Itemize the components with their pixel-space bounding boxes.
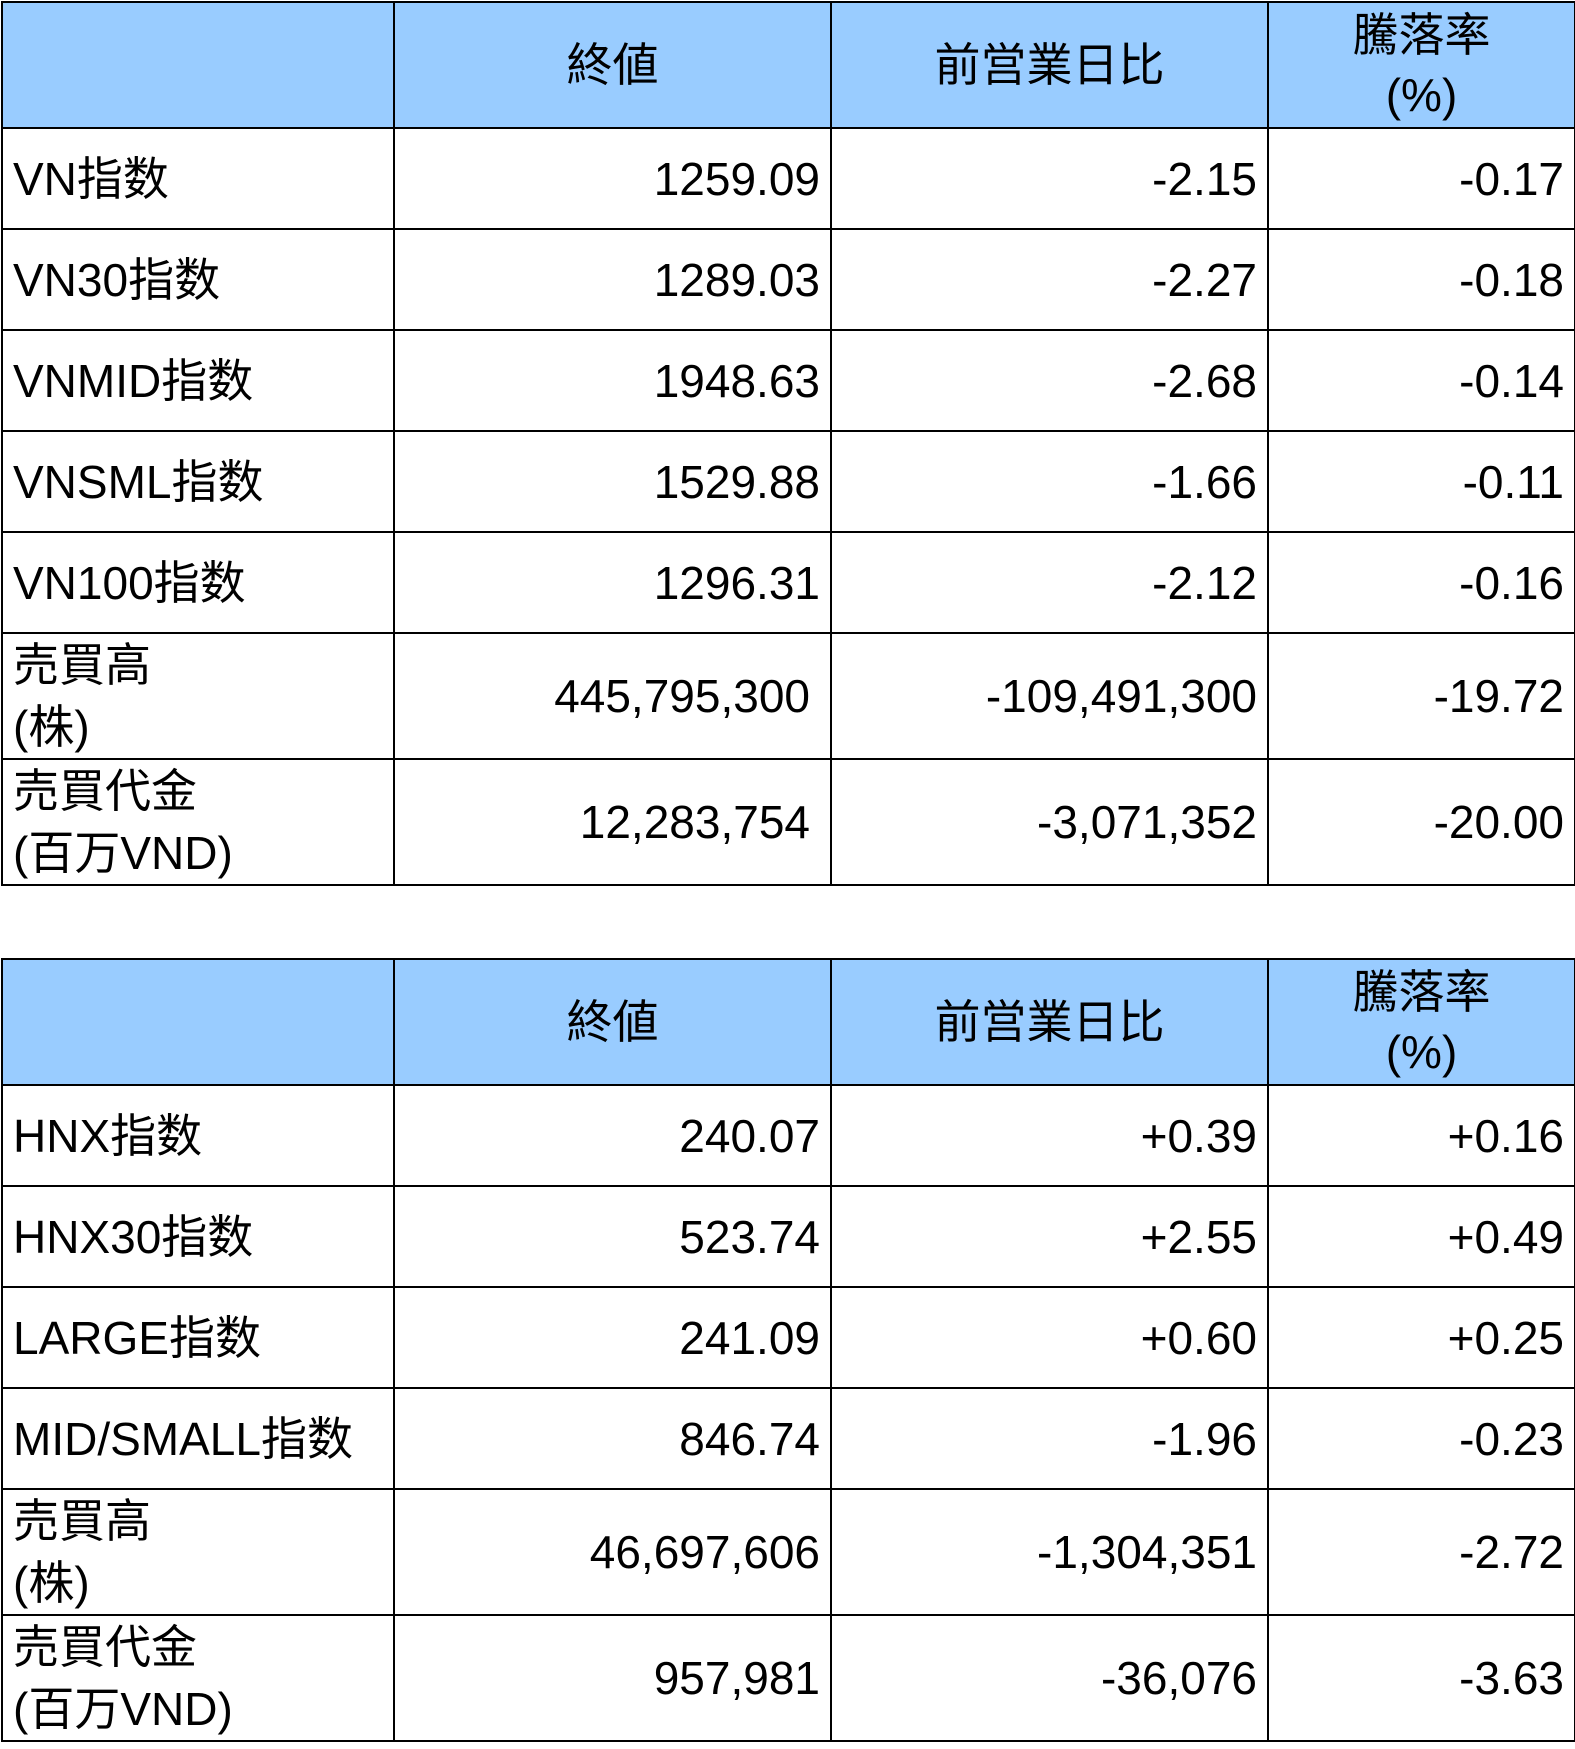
row-close: 1529.88 <box>393 430 832 533</box>
row-close-value: 12,283,754 <box>579 796 810 848</box>
table-row: HNX指数 240.07 +0.39 +0.16 <box>1 1084 1575 1187</box>
row-change: -36,076 <box>830 1614 1269 1742</box>
row-label-line1: 売買高 <box>13 1495 151 1547</box>
row-pct: -20.00 <box>1267 758 1575 886</box>
row-change: -3,071,352 <box>830 758 1269 886</box>
row-label-line2: (株) <box>13 1557 90 1609</box>
table-row: VNMID指数 1948.63 -2.68 -0.14 <box>1 329 1575 432</box>
row-change: -2.27 <box>830 228 1269 331</box>
row-pct: -2.72 <box>1267 1488 1575 1616</box>
header-pct-line2: (%) <box>1385 1026 1458 1078</box>
row-close: 957,981 <box>393 1614 832 1742</box>
header-pct-line1: 騰落率 <box>1352 9 1491 61</box>
table-row: 売買高 (株) 46,697,606 -1,304,351 -2.72 <box>1 1488 1575 1616</box>
row-label: VN30指数 <box>1 228 395 331</box>
row-pct: -19.72 <box>1267 632 1575 760</box>
header-blank-cell <box>1 1 395 129</box>
row-label: VNMID指数 <box>1 329 395 432</box>
header-pct: 騰落率 (%) <box>1267 958 1575 1086</box>
row-change: +2.55 <box>830 1185 1269 1288</box>
header-pct-line2: (%) <box>1385 69 1458 121</box>
row-close: 1948.63 <box>393 329 832 432</box>
row-label: MID/SMALL指数 <box>1 1387 395 1490</box>
table-row: HNX30指数 523.74 +2.55 +0.49 <box>1 1185 1575 1288</box>
header-change: 前営業日比 <box>830 1 1269 129</box>
table-row: MID/SMALL指数 846.74 -1.96 -0.23 <box>1 1387 1575 1490</box>
row-change: -2.12 <box>830 531 1269 634</box>
row-label: LARGE指数 <box>1 1286 395 1389</box>
table-row: VN30指数 1289.03 -2.27 -0.18 <box>1 228 1575 331</box>
row-label: VNSML指数 <box>1 430 395 533</box>
row-change: +0.39 <box>830 1084 1269 1187</box>
row-pct: -0.23 <box>1267 1387 1575 1490</box>
row-label: 売買高 (株) <box>1 1488 395 1616</box>
row-pct: -0.18 <box>1267 228 1575 331</box>
row-close: 1296.31 <box>393 531 832 634</box>
row-close: 445,795,300 <box>393 632 832 760</box>
row-pct: +0.49 <box>1267 1185 1575 1288</box>
row-label: VN指数 <box>1 127 395 230</box>
row-change: -1,304,351 <box>830 1488 1269 1616</box>
row-label-line1: 売買代金 <box>13 765 197 817</box>
row-label: VN100指数 <box>1 531 395 634</box>
row-close-value: 445,795,300 <box>554 670 810 722</box>
row-change: -2.68 <box>830 329 1269 432</box>
row-label: HNX指数 <box>1 1084 395 1187</box>
row-change: -109,491,300 <box>830 632 1269 760</box>
table-row: 売買高 (株) 445,795,300 -109,491,300 -19.72 <box>1 632 1575 760</box>
row-change: -2.15 <box>830 127 1269 230</box>
row-close: 1289.03 <box>393 228 832 331</box>
header-close: 終値 <box>393 958 832 1086</box>
row-close: 241.09 <box>393 1286 832 1389</box>
row-change: -1.96 <box>830 1387 1269 1490</box>
row-close: 846.74 <box>393 1387 832 1490</box>
row-pct: +0.16 <box>1267 1084 1575 1187</box>
row-label-line2: (株) <box>13 701 90 753</box>
hose-market-table: 終値 前営業日比 騰落率 (%) VN指数 1259.09 -2.15 -0.17… <box>1 1 1575 886</box>
header-pct-line1: 騰落率 <box>1352 966 1491 1018</box>
row-change: +0.60 <box>830 1286 1269 1389</box>
row-label: HNX30指数 <box>1 1185 395 1288</box>
table-row: VNSML指数 1529.88 -1.66 -0.11 <box>1 430 1575 533</box>
table-row: 売買代金 (百万VND) 12,283,754 -3,071,352 -20.0… <box>1 758 1575 886</box>
table-row: 売買代金 (百万VND) 957,981 -36,076 -3.63 <box>1 1614 1575 1742</box>
header-pct: 騰落率 (%) <box>1267 1 1575 129</box>
row-pct: -0.16 <box>1267 531 1575 634</box>
row-label: 売買代金 (百万VND) <box>1 758 395 886</box>
row-close: 12,283,754 <box>393 758 832 886</box>
table-row: VN指数 1259.09 -2.15 -0.17 <box>1 127 1575 230</box>
table-row: LARGE指数 241.09 +0.60 +0.25 <box>1 1286 1575 1389</box>
row-label: 売買高 (株) <box>1 632 395 760</box>
table-header-row: 終値 前営業日比 騰落率 (%) <box>1 1 1575 129</box>
row-pct: -3.63 <box>1267 1614 1575 1742</box>
row-close: 1259.09 <box>393 127 832 230</box>
row-label-line2: (百万VND) <box>13 1683 233 1735</box>
header-change: 前営業日比 <box>830 958 1269 1086</box>
table-header-row: 終値 前営業日比 騰落率 (%) <box>1 958 1575 1086</box>
header-blank-cell <box>1 958 395 1086</box>
row-pct: +0.25 <box>1267 1286 1575 1389</box>
row-label-line1: 売買高 <box>13 639 151 691</box>
row-close: 46,697,606 <box>393 1488 832 1616</box>
row-label-line2: (百万VND) <box>13 827 233 879</box>
row-label: 売買代金 (百万VND) <box>1 1614 395 1742</box>
row-close: 523.74 <box>393 1185 832 1288</box>
row-label-line1: 売買代金 <box>13 1621 197 1673</box>
header-close: 終値 <box>393 1 832 129</box>
row-pct: -0.14 <box>1267 329 1575 432</box>
row-pct: -0.17 <box>1267 127 1575 230</box>
hnx-market-table: 終値 前営業日比 騰落率 (%) HNX指数 240.07 +0.39 +0.16… <box>1 958 1575 1742</box>
row-change: -1.66 <box>830 430 1269 533</box>
table-row: VN100指数 1296.31 -2.12 -0.16 <box>1 531 1575 634</box>
row-close: 240.07 <box>393 1084 832 1187</box>
row-pct: -0.11 <box>1267 430 1575 533</box>
